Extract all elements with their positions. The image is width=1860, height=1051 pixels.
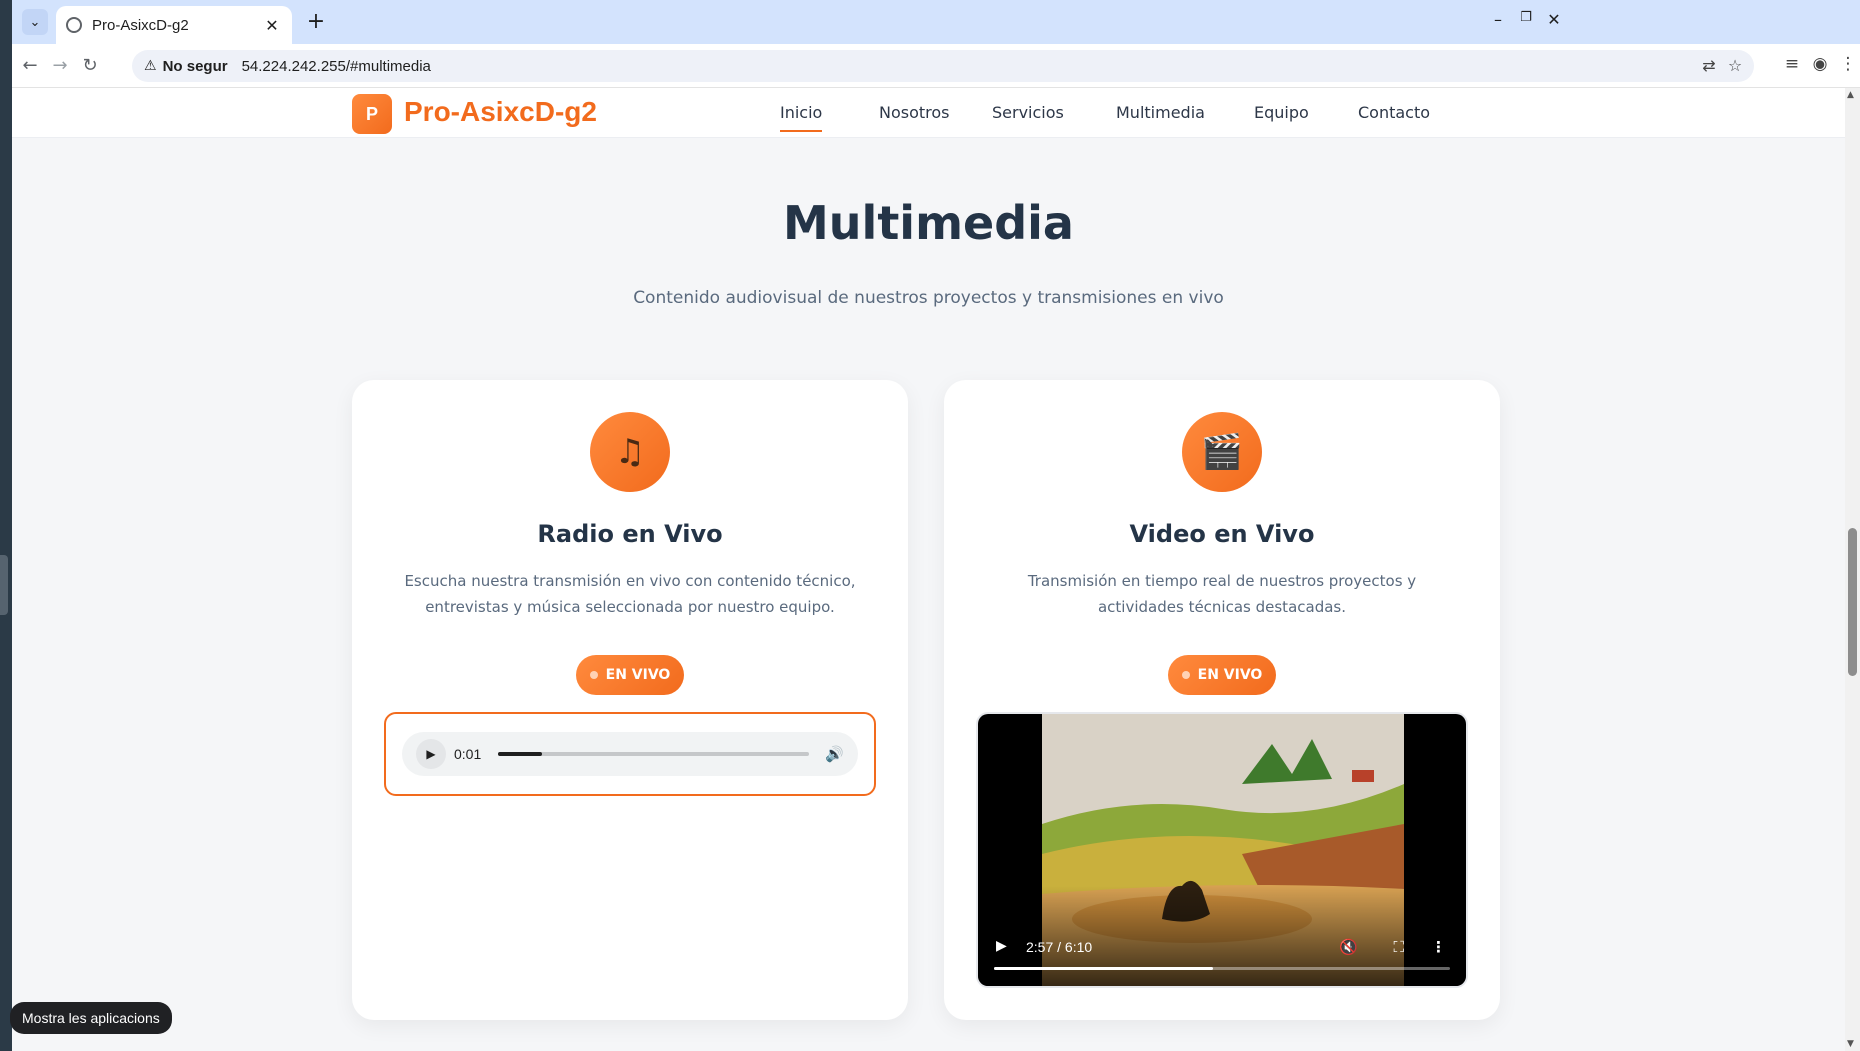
warning-icon[interactable]: ⚠ [144,58,157,74]
radio-card: ♫ Radio en Vivo Escucha nuestra transmis… [352,380,908,1020]
scrollbar-thumb[interactable] [1848,528,1857,676]
audio-time: 0:01 [454,746,482,762]
video-progress-fill [994,967,1213,970]
close-tab-icon[interactable]: ✕ [262,16,282,35]
card-title: Radio en Vivo [537,520,723,548]
live-badge: EN VIVO [576,655,684,695]
nav-inicio[interactable]: Inicio [780,103,823,132]
live-dot-icon [1181,671,1190,679]
video-time: 2:57 / 6:10 [1026,939,1093,955]
dock-handle[interactable] [0,555,8,615]
section-title: Multimedia [783,196,1074,250]
section-subtitle: Contenido audiovisual de nuestros proyec… [633,288,1224,308]
video-player[interactable]: ▶ 2:57 / 6:10 🔇 ⛶ ⋮ [978,714,1466,986]
browser-tab[interactable]: Pro-AsixcD-g2 ✕ [56,6,292,44]
scroll-up-icon[interactable]: ▲ [1847,90,1854,100]
scroll-down-icon[interactable]: ▼ [1847,1039,1854,1049]
play-icon[interactable]: ▶ [416,739,446,769]
card-description: Escucha nuestra transmisión en vivo con … [404,572,856,616]
audio-player[interactable]: ▶ 0:01 🔊 [402,732,858,776]
reload-icon[interactable]: ↻ [78,54,102,78]
desktop-dock [0,0,12,1051]
minimize-icon[interactable]: – [1486,10,1510,29]
logo-text[interactable]: Pro-AsixcD-g2 [404,96,597,128]
muted-icon[interactable]: 🔇 [1339,938,1358,956]
apps-tooltip: Mostra les aplicacions [10,1002,172,1034]
video-more-icon[interactable]: ⋮ [1431,938,1446,956]
card-title: Video en Vivo [1129,520,1315,548]
close-window-icon[interactable]: ✕ [1542,10,1566,29]
fullscreen-icon[interactable]: ⛶ [1393,938,1404,956]
video-player-frame: ▶ 2:57 / 6:10 🔇 ⛶ ⋮ [976,712,1468,988]
nav-servicios[interactable]: Servicios [992,103,1064,122]
tab-bar: ⌄ Pro-AsixcD-g2 ✕ + – ❐ ✕ [12,0,1860,44]
browser-toolbar: ← → ↻ ⚠ No segur 54.224.242.255/#multime… [12,44,1860,88]
back-icon[interactable]: ← [18,54,42,78]
video-play-icon[interactable]: ▶ [996,938,1007,954]
video-progress-bar[interactable] [994,967,1450,970]
video-controls-overlay [978,886,1466,986]
profile-icon[interactable]: ◉ [1808,54,1832,74]
badge-label: EN VIVO [1197,667,1263,683]
nav-nosotros[interactable]: Nosotros [879,103,950,122]
audio-progress-bar[interactable] [498,752,810,756]
nav-equipo[interactable]: Equipo [1254,103,1309,122]
bookmark-star-icon[interactable]: ☆ [1724,56,1746,75]
site-header: P Pro-AsixcD-g2 Inicio Nosotros Servicio… [12,88,1845,138]
restore-icon[interactable]: ❐ [1514,10,1538,25]
live-badge: EN VIVO [1168,655,1276,695]
nav-contacto[interactable]: Contacto [1358,103,1430,122]
new-tab-button[interactable]: + [304,10,328,34]
volume-icon[interactable]: 🔊 [825,745,844,763]
nav-multimedia[interactable]: Multimedia [1116,103,1205,122]
music-note-icon: ♫ [590,412,670,492]
globe-icon [66,17,82,33]
menu-kebab-icon[interactable]: ⋮ [1836,54,1860,74]
translate-icon[interactable]: ⇄ [1698,56,1720,75]
page-scrollbar[interactable]: ▲ ▼ [1845,88,1860,1051]
address-bar[interactable]: ⚠ No segur 54.224.242.255/#multimedia ⇄ … [132,50,1754,82]
tab-search-dropdown-icon[interactable]: ⌄ [22,9,48,35]
live-dot-icon [589,671,598,679]
media-controls-icon[interactable]: ≡ [1780,54,1804,74]
audio-progress-fill [498,752,542,756]
page-viewport: P Pro-AsixcD-g2 Inicio Nosotros Servicio… [12,88,1860,1051]
tab-title: Pro-AsixcD-g2 [92,16,189,34]
logo-badge[interactable]: P [352,94,392,134]
browser-window: ⌄ Pro-AsixcD-g2 ✕ + – ❐ ✕ ← → ↻ ⚠ No seg… [12,0,1860,1051]
card-description: Transmisión en tiempo real de nuestros p… [1027,572,1417,616]
url-text[interactable]: 54.224.242.255/#multimedia [242,58,431,75]
badge-label: EN VIVO [605,667,671,683]
video-card: 🎬 Video en Vivo Transmisión en tiempo re… [944,380,1500,1020]
audio-player-frame: ▶ 0:01 🔊 [384,712,876,796]
security-label[interactable]: No segur [163,58,228,75]
forward-icon[interactable]: → [48,54,72,78]
clapperboard-icon: 🎬 [1182,412,1262,492]
